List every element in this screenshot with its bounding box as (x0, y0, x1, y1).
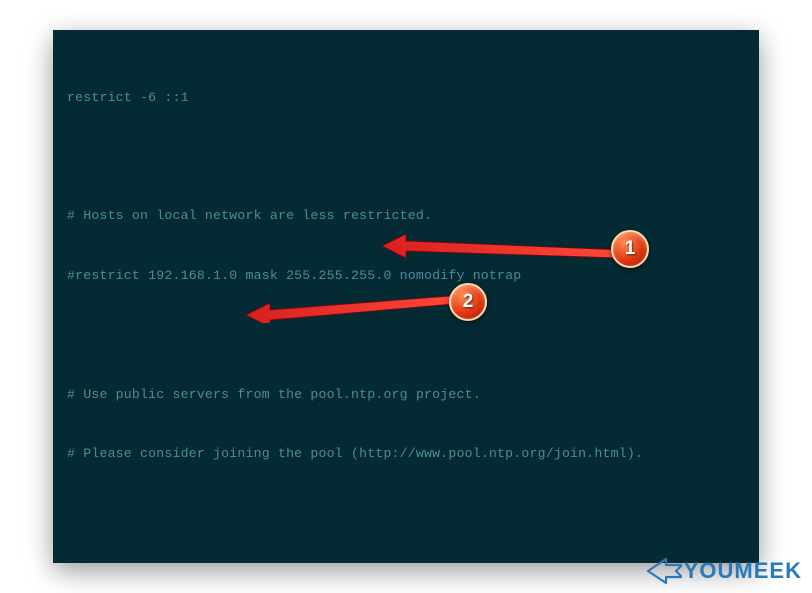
watermark-text: YOUMEEK (684, 558, 802, 584)
config-line (67, 147, 745, 167)
config-line: # Please consider joining the pool (http… (67, 444, 745, 464)
config-line: # Hosts on local network are less restri… (67, 206, 745, 226)
badge-number: 1 (625, 238, 636, 260)
config-file-content: restrict -6 ::1 # Hosts on local network… (67, 48, 745, 563)
annotation-badge-2: 2 (449, 283, 487, 321)
badge-number: 2 (463, 291, 474, 313)
watermark: YOUMEEK (646, 557, 802, 585)
config-line (67, 503, 745, 523)
watermark-arrow-icon (646, 557, 682, 585)
config-line: # Use public servers from the pool.ntp.o… (67, 385, 745, 405)
terminal-window: restrict -6 ::1 # Hosts on local network… (53, 30, 759, 563)
annotation-badge-1: 1 (611, 230, 649, 268)
config-line: restrict -6 ::1 (67, 88, 745, 108)
config-line (67, 325, 745, 345)
config-line: #restrict 192.168.1.0 mask 255.255.255.0… (67, 266, 745, 286)
